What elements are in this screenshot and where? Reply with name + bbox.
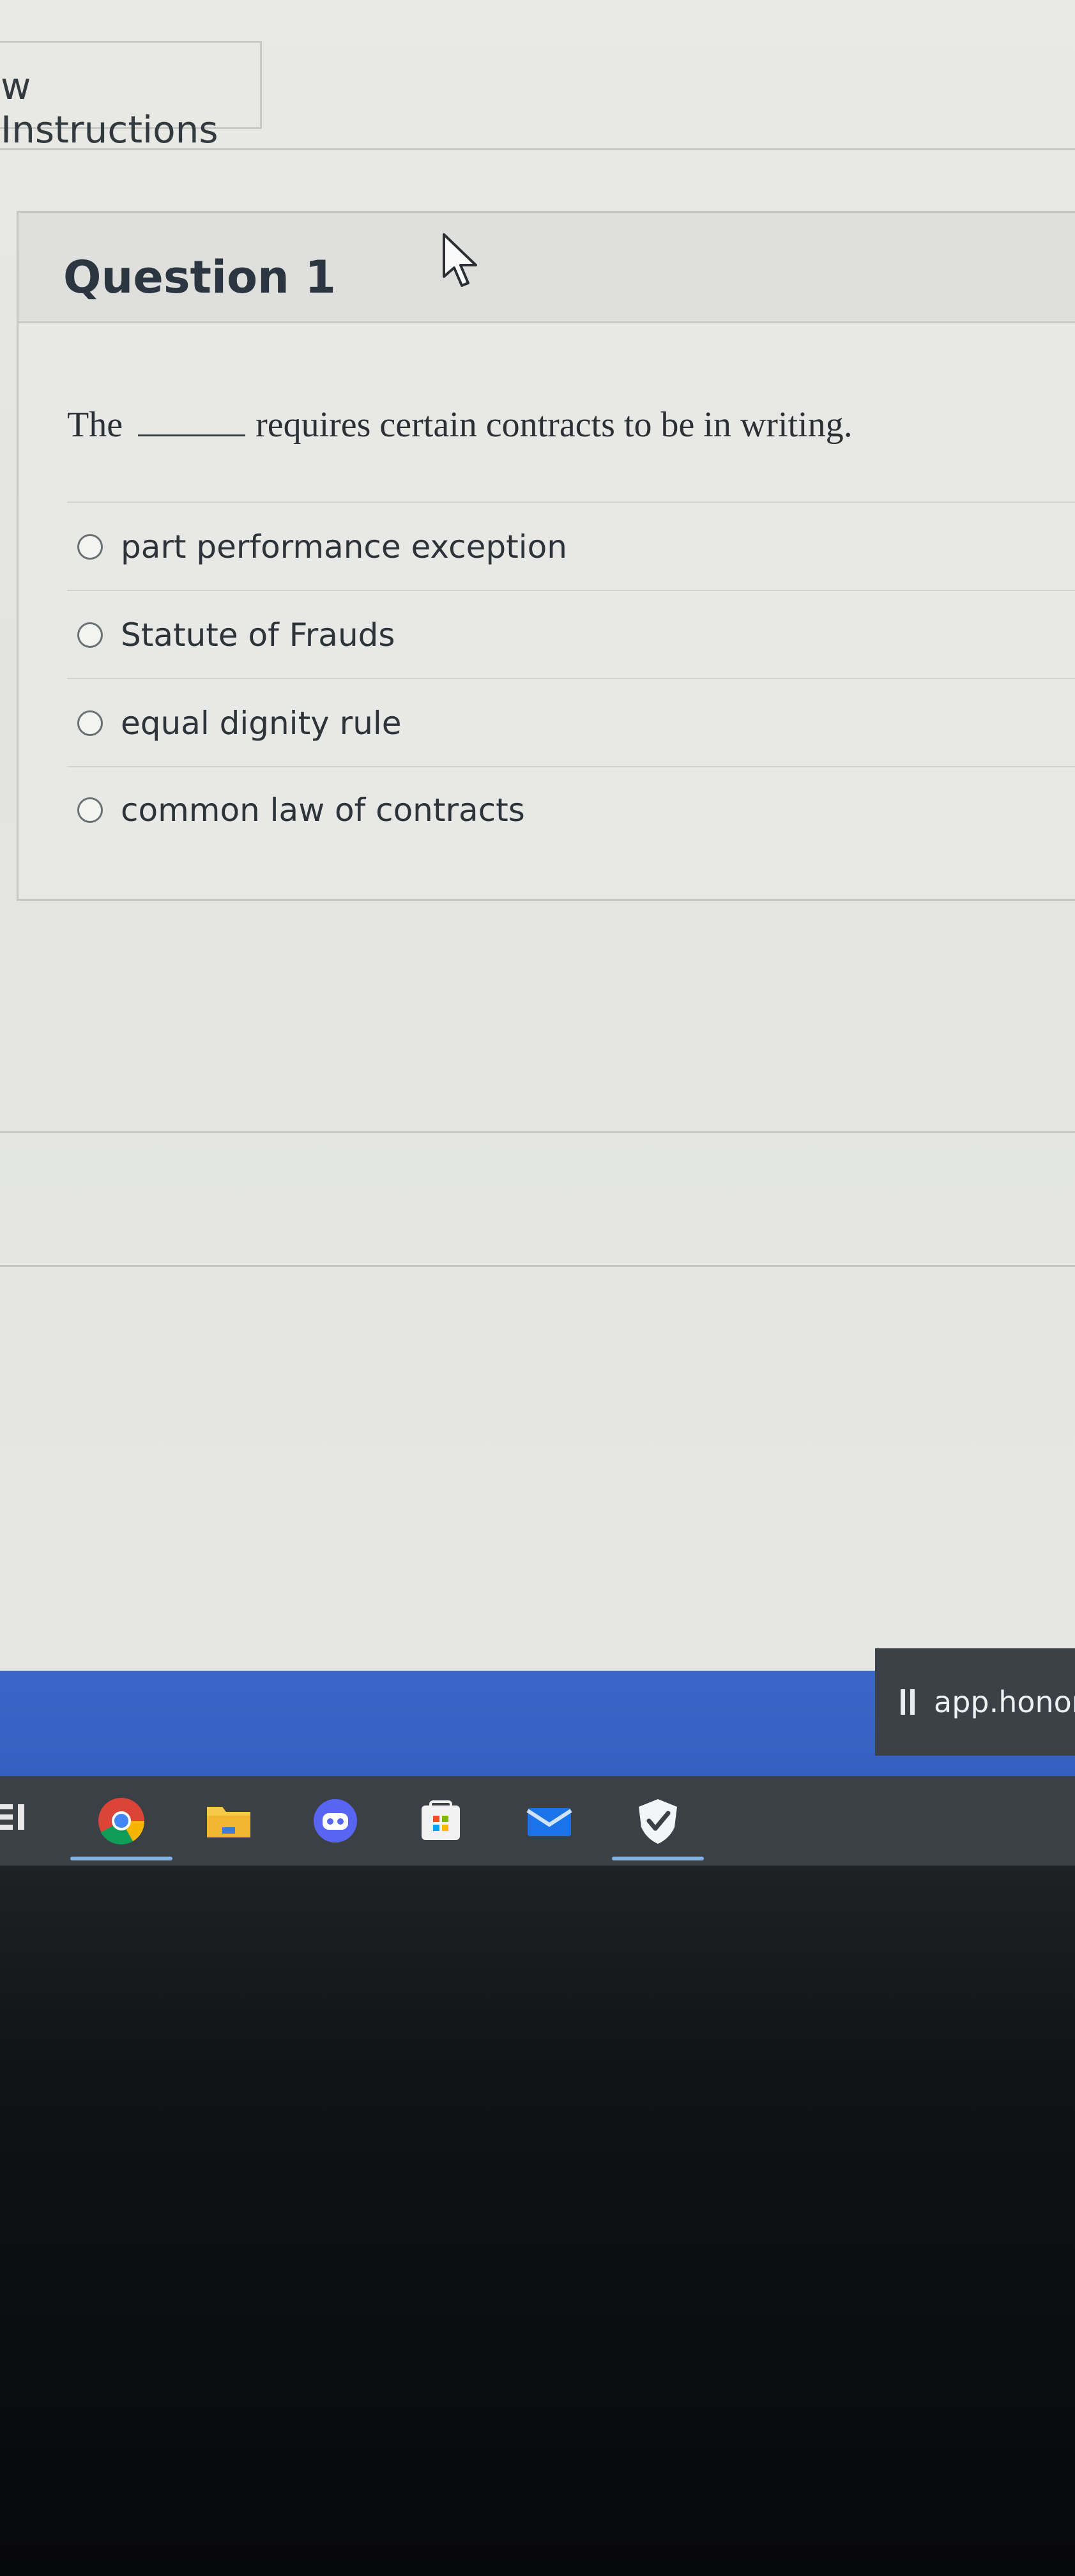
file-explorer-icon[interactable]: [203, 1795, 254, 1846]
radio-button[interactable]: [77, 622, 103, 648]
section-divider: [0, 1265, 1075, 1267]
section-divider: [0, 1131, 1075, 1133]
chrome-icon[interactable]: [96, 1795, 147, 1846]
screen-share-tab[interactable]: app.honorlo: [875, 1648, 1075, 1756]
answer-option-2[interactable]: Statute of Frauds: [77, 606, 395, 664]
header-divider: [0, 148, 1075, 150]
answer-option-4[interactable]: common law of contracts: [77, 781, 525, 839]
taskbar: [0, 1776, 1075, 1866]
answer-label: common law of contracts: [121, 792, 525, 829]
monitor-bezel: [0, 1866, 1075, 2576]
question-divider: [67, 502, 1075, 503]
pause-icon: [901, 1689, 915, 1715]
question-text: The requires certain contracts to be in w…: [67, 404, 853, 445]
instructions-tab[interactable]: w Instructions: [0, 41, 262, 151]
answer-label: part performance exception: [121, 528, 567, 565]
question-title: Question 1: [63, 251, 336, 303]
microsoft-store-icon[interactable]: [415, 1795, 466, 1846]
mouse-cursor-icon: [443, 233, 477, 287]
question-text-after: requires certain contracts to be in writ…: [255, 405, 853, 445]
radio-button[interactable]: [77, 797, 103, 823]
shield-check-icon[interactable]: [632, 1795, 683, 1846]
answer-divider: [67, 766, 1075, 767]
task-view-icon[interactable]: [0, 1795, 38, 1846]
mail-icon[interactable]: [524, 1795, 575, 1846]
answer-option-1[interactable]: part performance exception: [77, 518, 567, 576]
shield-active-indicator: [612, 1857, 704, 1860]
question-header: Question 1: [19, 213, 1075, 323]
answer-label: Statute of Frauds: [121, 617, 395, 654]
radio-button[interactable]: [77, 534, 103, 560]
answer-blank: [138, 434, 246, 436]
discord-icon[interactable]: [310, 1795, 361, 1846]
answer-option-3[interactable]: equal dignity rule: [77, 694, 402, 752]
chrome-active-indicator: [70, 1857, 172, 1860]
question-text-before: The: [67, 405, 123, 445]
radio-button[interactable]: [77, 710, 103, 736]
screen-share-tab-label: app.honorlo: [934, 1685, 1075, 1719]
answer-label: equal dignity rule: [121, 705, 402, 742]
answer-divider: [67, 678, 1075, 679]
instructions-tab-label: w Instructions: [1, 65, 218, 151]
question-card: Question 1 The requires certain contracts…: [17, 211, 1075, 901]
quiz-page: w Instructions Question 1 The requires ce…: [0, 0, 1075, 1671]
answer-divider: [67, 590, 1075, 591]
